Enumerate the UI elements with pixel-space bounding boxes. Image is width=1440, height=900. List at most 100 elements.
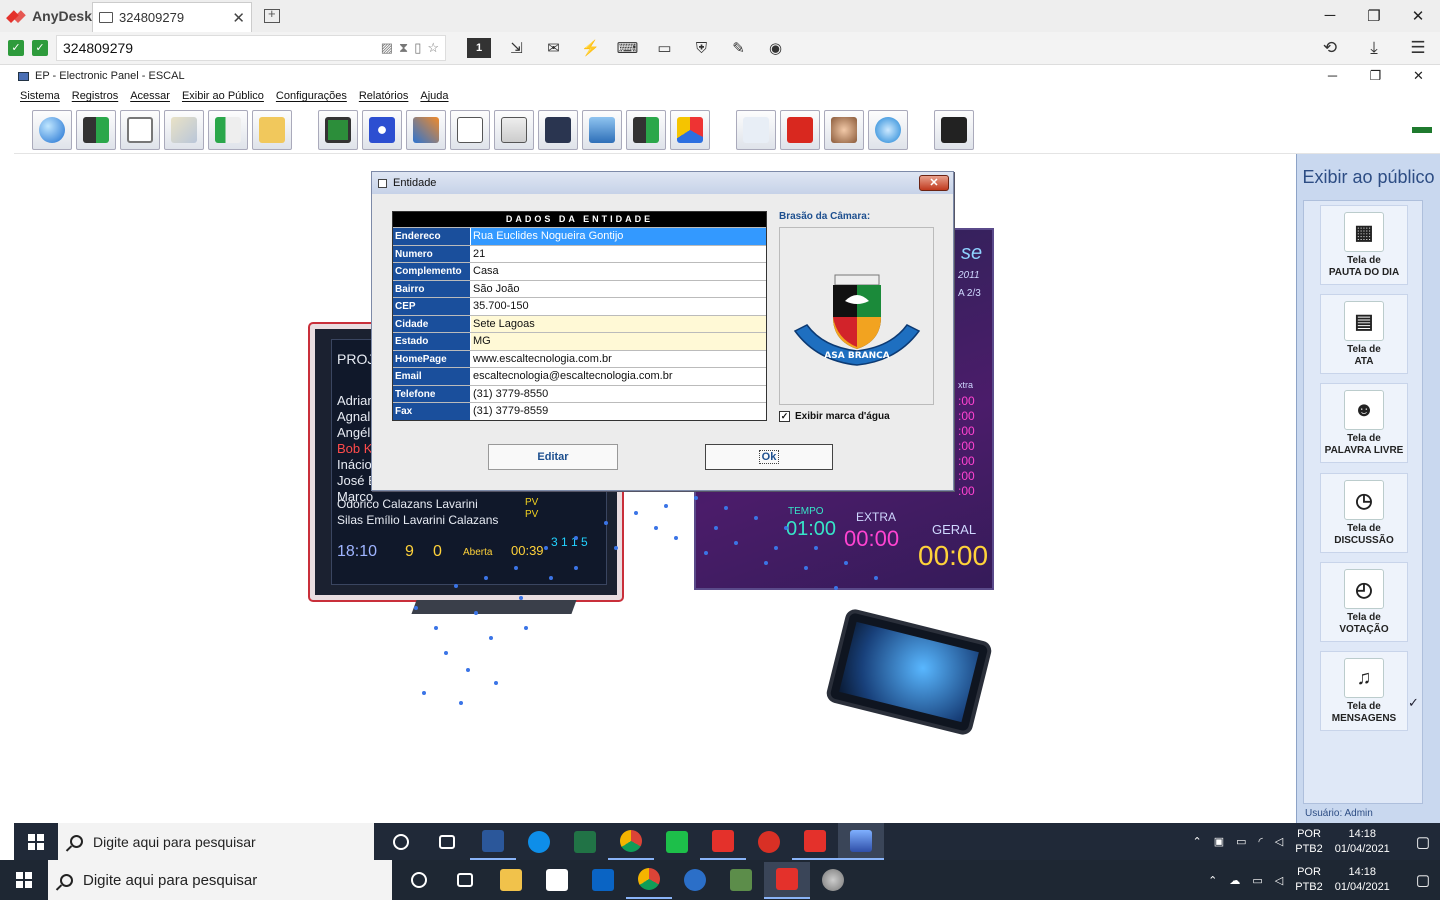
users-door-button[interactable] [76, 109, 116, 150]
field-value-numero[interactable]: 21 [471, 245, 766, 262]
grid-row-estado[interactable]: Estado MG [393, 332, 766, 350]
teamviewer-taskbar-app[interactable] [516, 823, 562, 860]
download-red-button[interactable] [780, 109, 820, 150]
store-taskbar-app[interactable] [534, 862, 580, 899]
grid-row-complemento[interactable]: Complemento Casa [393, 262, 766, 280]
tray-cloud-icon[interactable]: ☁ [1229, 874, 1240, 887]
local-clock[interactable]: 14:18 01/04/2021 [1335, 865, 1390, 895]
field-value-fax[interactable]: (31) 3779-8559 [471, 403, 766, 420]
ep-close-button[interactable]: ✕ [1397, 68, 1440, 84]
folder-button[interactable] [252, 109, 292, 150]
menu-relatorios[interactable]: Relatórios [359, 90, 409, 102]
actions-lightning-icon[interactable]: ⚡ [572, 35, 609, 61]
menu-ajuda[interactable]: Ajuda [420, 90, 448, 102]
menu-acessar[interactable]: Acessar [130, 90, 170, 102]
side-item-palavra-livre[interactable]: ☻ Tela de PALAVRA LIVRE [1320, 383, 1408, 463]
download-icon[interactable]: ⤓ [1352, 38, 1396, 58]
anydesk-taskbar-app-2[interactable] [792, 823, 838, 860]
field-value-telefone[interactable]: (31) 3779-8550 [471, 385, 766, 402]
documents-button[interactable] [164, 109, 204, 150]
field-value-bairro[interactable]: São João [471, 280, 766, 297]
report-button[interactable] [208, 109, 248, 150]
field-value-email[interactable]: escaltecnologia@escaltecnologia.com.br [471, 368, 766, 385]
ok-button[interactable]: Ok [705, 444, 833, 470]
edit-button[interactable] [406, 109, 446, 150]
support-button[interactable] [824, 109, 864, 150]
field-value-complemento[interactable]: Casa [471, 263, 766, 280]
field-value-homepage[interactable]: www.escaltecnologia.com.br [471, 350, 766, 367]
tray-volume-icon[interactable]: ◁ [1275, 874, 1283, 887]
tray-chevron-icon[interactable]: ⌃ [1208, 874, 1217, 887]
local-search-box[interactable]: Digite aqui para pesquisar [48, 860, 392, 900]
menu-icon[interactable]: ☰ [1396, 38, 1440, 58]
side-item-discussao[interactable]: ◷ Tela de DISCUSSÃO [1320, 473, 1408, 553]
globe-button[interactable] [32, 109, 72, 150]
side-item-pauta-do-dia[interactable]: ▦ Tela de PAUTA DO DIA [1320, 205, 1408, 285]
monitor-button[interactable] [318, 109, 358, 150]
watermark-checkbox[interactable]: ✓ [779, 411, 790, 422]
grid-row-fax[interactable]: Fax (31) 3779-8559 [393, 402, 766, 420]
remote-start-button[interactable] [14, 823, 58, 860]
anydesk-session-tab[interactable]: 324809279 ✕ [92, 2, 252, 32]
lock-icon[interactable]: ▯ [414, 40, 421, 56]
grid-row-endereco[interactable]: Endereco Rua Euclides Nogueira Gontijo [393, 227, 766, 245]
ep-taskbar-app[interactable] [838, 823, 884, 860]
maximize-button[interactable]: ❐ [1352, 7, 1396, 25]
paint-taskbar-app[interactable] [810, 862, 856, 899]
watermark-checkbox-row[interactable]: ✓ Exibir marca d'água [779, 411, 890, 422]
excel-taskbar-app[interactable] [562, 823, 608, 860]
grid-row-homepage[interactable]: HomePage www.escaltecnologia.com.br [393, 349, 766, 367]
task-view-button[interactable] [424, 823, 470, 860]
record-icon[interactable]: ◉ [757, 35, 794, 61]
field-value-endereco[interactable]: Rua Euclides Nogueira Gontijo [471, 228, 766, 245]
tray-camera-icon[interactable]: ▣ [1214, 835, 1224, 848]
tray-chevron-icon[interactable]: ⌃ [1192, 835, 1201, 848]
menu-registros[interactable]: Registros [72, 90, 118, 102]
chrome-taskbar-app[interactable] [608, 823, 654, 860]
side-item-mensagens[interactable]: ♫ Tela de MENSAGENS [1320, 651, 1408, 731]
phone-taskbar-app[interactable] [654, 823, 700, 860]
screen-button[interactable] [582, 109, 622, 150]
colors-button[interactable] [670, 109, 710, 150]
chat-icon[interactable]: ✉ [535, 35, 572, 61]
notifications-icon[interactable]: ▢ [1416, 871, 1430, 889]
grid-row-email[interactable]: Email escaltecnologia@escaltecnologia.com… [393, 367, 766, 385]
internet-button[interactable] [868, 109, 908, 150]
hourglass-icon[interactable]: ⧗ [399, 40, 408, 56]
people-button[interactable] [736, 109, 776, 150]
menu-sistema[interactable]: Sistema [20, 90, 60, 102]
hand-button[interactable] [934, 109, 974, 150]
display-icon[interactable]: ▭ [646, 35, 683, 61]
remote-search-box[interactable]: Digite aqui para pesquisar [58, 823, 374, 860]
mail-taskbar-app[interactable] [580, 862, 626, 899]
vote-button[interactable] [362, 109, 402, 150]
history-icon[interactable]: ⟲ [1308, 38, 1352, 58]
field-value-cep[interactable]: 35.700-150 [471, 298, 766, 315]
close-tab-icon[interactable]: ✕ [232, 9, 245, 27]
task-view-button[interactable] [442, 862, 488, 899]
ep-minimize-button[interactable]: ─ [1311, 68, 1354, 84]
gmail-taskbar-app[interactable] [746, 823, 792, 860]
remote-screen[interactable]: EP - Electronic Panel - ESCAL ─ ❐ ✕ Sist… [14, 66, 1440, 823]
remote-language-indicator[interactable]: POR PTB2 [1295, 827, 1323, 857]
display-1-button[interactable]: 1 [467, 38, 491, 58]
tray-network-icon[interactable]: ▭ [1252, 874, 1262, 887]
tray-battery-icon[interactable]: ▭ [1236, 835, 1246, 848]
tray-wifi-icon[interactable]: ◜ [1259, 835, 1263, 848]
permissions-shield-icon[interactable]: ⛨ [683, 35, 720, 61]
local-start-button[interactable] [0, 872, 48, 888]
field-value-cidade[interactable]: Sete Lagoas [471, 315, 766, 332]
minimize-button[interactable]: ─ [1308, 7, 1352, 25]
close-button[interactable]: ✕ [1396, 7, 1440, 25]
cortana-button[interactable] [396, 862, 442, 899]
panel-button[interactable] [538, 109, 578, 150]
notifications-icon[interactable]: ▢ [1416, 833, 1430, 851]
grid-row-cidade[interactable]: Cidade Sete Lagoas [393, 314, 766, 332]
grid-row-numero[interactable]: Numero 21 [393, 244, 766, 262]
brasao-image[interactable]: ASA BRANCA [779, 227, 934, 405]
exit-button[interactable] [626, 109, 666, 150]
tray-volume-icon[interactable]: ◁ [1275, 835, 1283, 848]
grid-row-cep[interactable]: CEP 35.700-150 [393, 297, 766, 315]
timer-doc-button[interactable] [494, 109, 534, 150]
favorite-star-icon[interactable]: ☆ [427, 40, 439, 56]
